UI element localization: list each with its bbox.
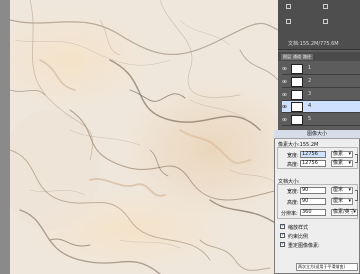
resolution-input[interactable]: 360 bbox=[300, 209, 326, 216]
pasteboard bbox=[0, 0, 10, 274]
resample-checkbox[interactable] bbox=[280, 241, 285, 247]
pixel-width-unit-select[interactable]: 像素 bbox=[331, 151, 353, 158]
layer-thumbnail bbox=[291, 64, 303, 74]
resolution-label: 分辨率: bbox=[281, 211, 298, 217]
layer-row[interactable]: 2 bbox=[282, 76, 360, 88]
eye-icon[interactable] bbox=[282, 92, 287, 97]
eye-icon[interactable] bbox=[282, 79, 287, 84]
doc-width-label: 宽度: bbox=[287, 189, 299, 195]
layer-row[interactable]: 3 bbox=[282, 89, 360, 101]
pixel-height-unit-select[interactable]: 像素 bbox=[331, 160, 353, 167]
layer-name: 1 bbox=[308, 65, 312, 71]
doc-width-input[interactable]: 90 bbox=[300, 187, 326, 194]
crosshair-icon bbox=[323, 4, 328, 9]
document-size-readout: 文档:155.2M/775.6M bbox=[288, 41, 339, 47]
doc-height-label: 高度: bbox=[287, 200, 299, 206]
scale-styles-label: 缩放样式 bbox=[288, 225, 309, 231]
resample-label: 重定图像像素: bbox=[288, 243, 320, 249]
marble-texture bbox=[10, 0, 278, 274]
layer-name: 4 bbox=[308, 103, 312, 109]
tab-paths[interactable]: 路径 bbox=[301, 54, 313, 60]
constrain-proportions-label: 约束比例 bbox=[288, 234, 309, 240]
crosshair-icon bbox=[286, 19, 291, 24]
layer-thumbnail bbox=[291, 77, 303, 87]
pixel-width-input[interactable]: 12756 bbox=[300, 151, 326, 158]
pixel-height-input[interactable]: 12756 bbox=[300, 160, 326, 167]
eye-icon[interactable] bbox=[282, 66, 287, 71]
doc-height-input[interactable]: 90 bbox=[300, 198, 326, 205]
layer-row[interactable]: 5 bbox=[282, 114, 360, 126]
scale-styles-checkbox[interactable] bbox=[280, 223, 285, 229]
resample-method-select[interactable]: 两次立方(适用于平滑渐变) bbox=[296, 263, 358, 271]
selection-icon bbox=[323, 19, 328, 24]
doc-width-unit-select[interactable]: 厘米 bbox=[331, 187, 353, 194]
eye-icon[interactable] bbox=[282, 117, 287, 122]
crosshair-icon bbox=[286, 4, 291, 9]
pixel-width-label: 宽度: bbox=[287, 153, 299, 159]
layer-name: 5 bbox=[308, 116, 312, 122]
layer-name: 3 bbox=[308, 91, 312, 97]
layer-name: 2 bbox=[308, 78, 312, 84]
document-canvas[interactable] bbox=[10, 0, 278, 274]
resolution-unit-select[interactable]: 像素/英寸 bbox=[331, 209, 358, 216]
layer-thumbnail bbox=[291, 115, 303, 125]
eye-icon[interactable] bbox=[282, 104, 287, 109]
dialog-title: 图像大小 bbox=[274, 130, 360, 139]
info-icons bbox=[283, 2, 357, 32]
layer-row-active[interactable]: 4 bbox=[282, 101, 360, 113]
doc-height-unit-select[interactable]: 厘米 bbox=[331, 198, 353, 205]
constrain-proportions-checkbox[interactable] bbox=[280, 232, 285, 238]
layer-row[interactable]: 1 bbox=[282, 63, 360, 75]
layer-thumbnail bbox=[291, 102, 303, 112]
pixel-height-label: 高度: bbox=[287, 162, 299, 168]
pixel-link-bracket bbox=[355, 154, 358, 163]
layer-thumbnail bbox=[291, 90, 303, 100]
doc-link-bracket bbox=[355, 190, 358, 201]
